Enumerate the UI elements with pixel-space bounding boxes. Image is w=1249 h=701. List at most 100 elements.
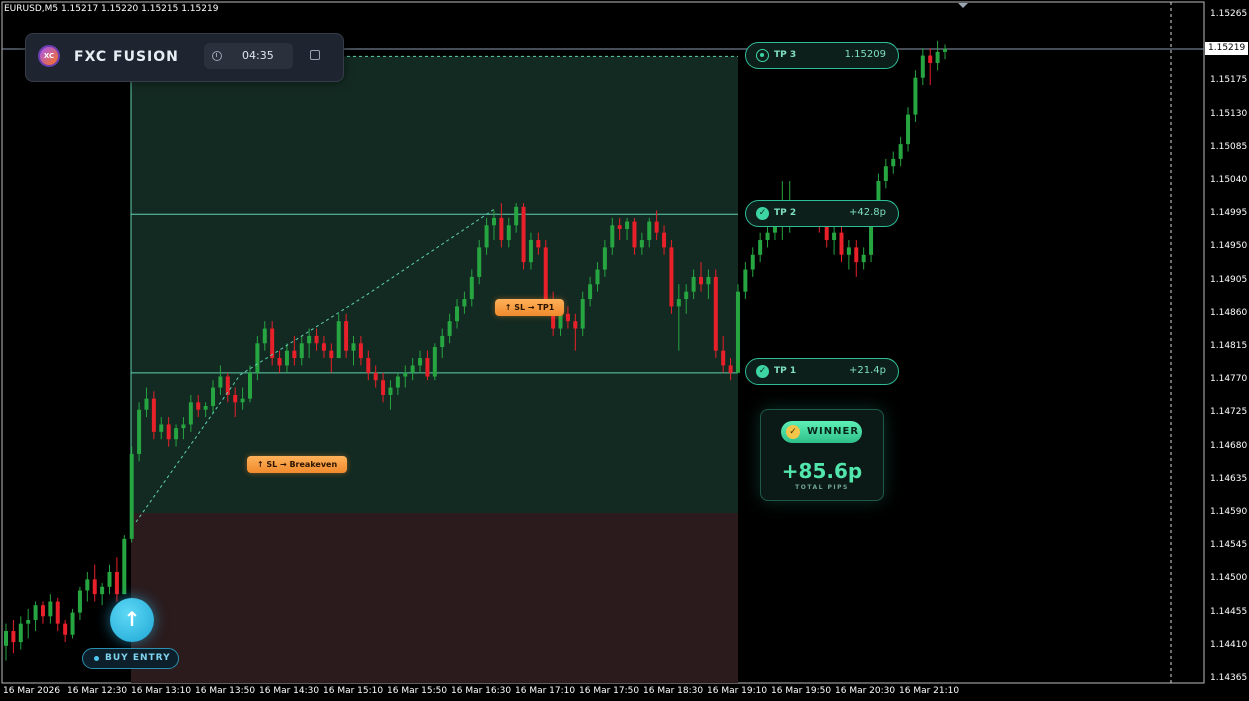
candle-body xyxy=(883,166,888,181)
candle-body xyxy=(499,217,504,241)
candle-body xyxy=(832,232,837,241)
sl-tp1-label: SL → TP1 xyxy=(514,303,555,312)
buy-entry-badge[interactable]: BUY ENTRY xyxy=(82,648,179,669)
candle-body xyxy=(144,398,149,410)
candle-body xyxy=(240,398,245,403)
candle-body xyxy=(410,365,415,373)
price-tick-label: 1.14905 xyxy=(1210,274,1248,285)
buy-entry-arrow-icon[interactable]: ↑ xyxy=(110,598,154,642)
stop-button[interactable] xyxy=(310,50,320,60)
tp2-pill[interactable]: ✓ TP 2 +42.8p xyxy=(745,200,899,227)
candle-body xyxy=(321,343,326,351)
logo-icon: XC xyxy=(38,45,60,67)
candle-body xyxy=(528,240,533,263)
candle-body xyxy=(691,276,696,292)
countdown-timer: 04:35 xyxy=(204,43,293,69)
candle-body xyxy=(166,424,171,440)
candle-body xyxy=(765,232,770,241)
time-tick-label: 16 Mar 15:50 xyxy=(387,686,448,696)
candle-body xyxy=(706,276,711,285)
candle-body xyxy=(299,343,304,359)
candle-body xyxy=(70,612,75,635)
candle-body xyxy=(891,158,896,167)
total-pips-value: +85.6p xyxy=(781,459,863,483)
candle-body xyxy=(270,328,275,359)
time-tick-label: 16 Mar 12:30 xyxy=(67,686,128,696)
candle-body xyxy=(107,572,112,587)
candle-body xyxy=(55,601,60,624)
time-tick-label: 16 Mar 21:10 xyxy=(899,686,960,696)
dot-icon xyxy=(94,656,99,661)
candle-body xyxy=(861,254,866,263)
time-tick-label: 16 Mar 19:10 xyxy=(707,686,768,696)
candle-body xyxy=(284,350,289,366)
candle-body xyxy=(366,358,371,373)
candle-body xyxy=(484,225,489,248)
candle-body xyxy=(565,313,570,322)
price-tick-label: 1.15265 xyxy=(1210,9,1248,19)
candle-body xyxy=(203,406,208,410)
candle-body xyxy=(743,269,748,292)
tp1-pill[interactable]: ✓ TP 1 +21.4p xyxy=(745,358,899,385)
candle-body xyxy=(721,350,726,366)
tp1-label: TP 1 xyxy=(774,366,797,376)
time-tick-label: 16 Mar 19:50 xyxy=(771,686,832,696)
candle-body xyxy=(63,623,68,635)
candle-body xyxy=(602,247,607,270)
tp3-value: 1.15209 xyxy=(844,49,886,60)
check-icon: ✓ xyxy=(786,425,800,439)
tp3-pill[interactable]: TP 3 1.15209 xyxy=(745,42,899,69)
price-tick-label: 1.14680 xyxy=(1210,440,1248,451)
candle-body xyxy=(846,247,851,255)
candle-body xyxy=(114,572,119,595)
time-tick-label: 16 Mar 17:50 xyxy=(579,686,640,696)
candle-body xyxy=(129,453,134,539)
candle-body xyxy=(669,247,674,307)
price-tick-label: 1.14950 xyxy=(1210,241,1248,252)
candle-body xyxy=(314,335,319,344)
candle-body xyxy=(358,343,363,359)
candle-body xyxy=(447,321,452,336)
candle-body xyxy=(521,206,526,263)
candle-body xyxy=(440,335,445,347)
candle-body xyxy=(425,358,430,377)
candle-body xyxy=(462,299,467,307)
scroll-marker-icon xyxy=(958,3,968,8)
winner-badge: ✓ WINNER xyxy=(781,421,862,443)
clock-icon xyxy=(212,51,222,61)
tp2-value: +42.8p xyxy=(849,207,886,218)
candle-body xyxy=(824,225,829,241)
candle-body xyxy=(151,398,156,432)
price-tick-label: 1.14500 xyxy=(1210,573,1248,584)
candle-body xyxy=(255,343,260,373)
candle-body xyxy=(713,276,718,351)
candle-body xyxy=(262,328,267,344)
price-chart[interactable] xyxy=(0,0,1249,701)
price-tick-label: 1.14545 xyxy=(1210,540,1248,551)
candle-body xyxy=(728,365,733,373)
candle-body xyxy=(92,579,97,595)
time-tick-label: 16 Mar 20:30 xyxy=(835,686,896,696)
candle-body xyxy=(595,269,600,285)
candle-body xyxy=(935,51,940,63)
price-tick-label: 1.14725 xyxy=(1210,407,1248,418)
candle-body xyxy=(647,221,652,241)
candle-body xyxy=(381,380,386,395)
candle-body xyxy=(920,55,925,78)
candle-body xyxy=(514,206,519,226)
candle-body xyxy=(85,579,90,591)
current-price-tag: 1.15219 xyxy=(1205,42,1248,55)
price-tick-label: 1.14770 xyxy=(1210,374,1248,385)
candle-body xyxy=(898,144,903,159)
price-tick-label: 1.14815 xyxy=(1210,341,1248,351)
winner-card: ✓ WINNER +85.6p TOTAL PIPS xyxy=(760,409,884,501)
candle-body xyxy=(418,358,423,366)
tp2-label: TP 2 xyxy=(774,208,797,218)
candle-body xyxy=(625,221,630,229)
candle-body xyxy=(632,221,637,248)
sl-tp1-badge: ↑ SL → TP1 xyxy=(495,299,564,316)
candle-body xyxy=(77,590,82,613)
target-icon xyxy=(756,49,769,62)
candle-body xyxy=(662,232,667,248)
tp1-value: +21.4p xyxy=(849,365,886,376)
